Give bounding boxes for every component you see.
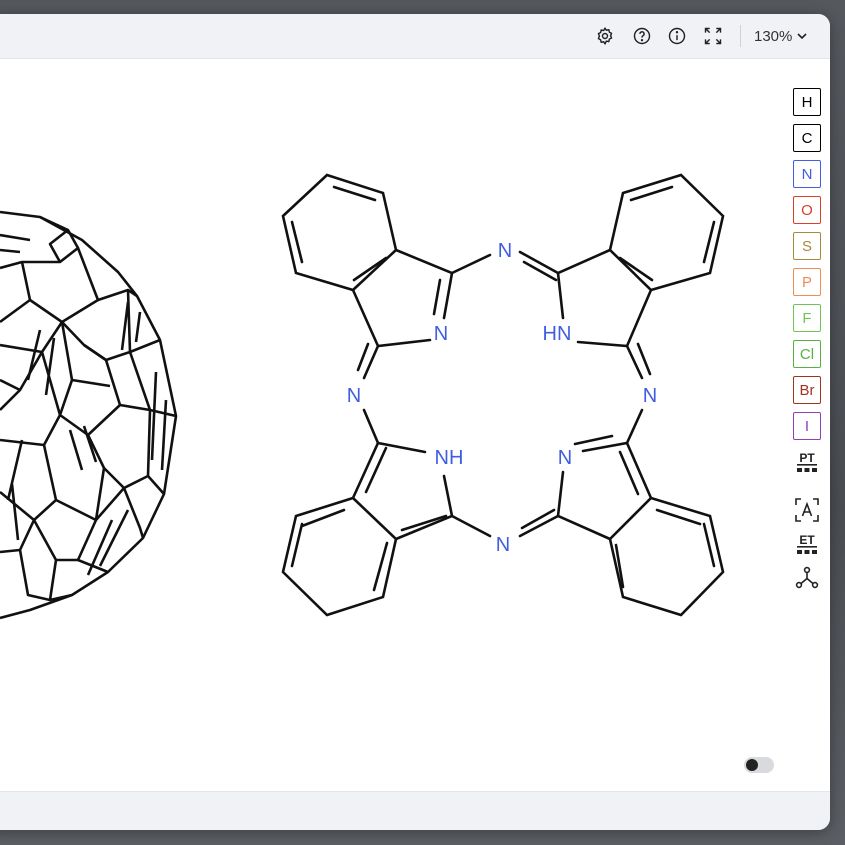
drawing-canvas[interactable]: N N N N N HN NH N [0,59,830,791]
atom-labels: N N N N N HN NH N [347,240,657,556]
toolbar-divider [740,25,741,47]
atom-button-label: I [804,417,810,435]
gear-icon [597,27,613,45]
settings-button[interactable] [594,25,616,47]
atom-button-label: O [801,201,813,219]
info-icon [668,27,686,45]
toggle-switch[interactable] [744,757,774,773]
atom-button-label: N [801,165,813,183]
toggle-knob [746,759,758,771]
atom-label-icon [795,498,819,522]
structure-view: N N N N N HN NH N [0,173,725,620]
extended-table-button[interactable]: ET [793,530,821,558]
atom-button-label: S [801,237,812,255]
atom-button-i[interactable]: I [793,412,821,440]
atom-n-inner-br: N [558,447,572,469]
rgroup-tool-button[interactable] [793,564,821,592]
atom-button-h[interactable]: H [793,88,821,116]
atom-button-o[interactable]: O [793,196,821,224]
periodic-table-icon: PT [797,451,817,472]
atom-button-label: Cl [799,345,815,363]
atom-button-label: F [802,309,812,327]
help-button[interactable] [631,25,653,47]
atom-button-label: H [801,93,813,111]
atom-button-n[interactable]: N [793,160,821,188]
fullscreen-icon [704,27,722,45]
atom-n-top: N [498,240,512,262]
fullerene-structure [0,210,178,620]
atom-label-tool-button[interactable] [793,496,821,524]
fullscreen-button[interactable] [702,25,724,47]
top-toolbar: 130% [0,14,830,59]
periodic-table-label: PT [799,451,815,465]
atom-button-f[interactable]: F [793,304,821,332]
info-button[interactable] [666,25,688,47]
atom-n-left: N [347,385,361,407]
atom-n-bottom: N [496,534,510,556]
zoom-dropdown[interactable]: 130% [754,26,808,46]
atom-button-label: C [801,129,813,147]
atom-n-inner-tr: HN [543,323,572,345]
periodic-table-button[interactable]: PT [793,448,821,476]
atom-button-br[interactable]: Br [793,376,821,404]
bottom-bar [0,791,830,830]
atom-button-label: Br [799,381,815,399]
chevron-down-icon [797,33,807,40]
help-icon [633,27,651,45]
zoom-value: 130% [754,27,793,45]
rgroup-icon [795,566,819,589]
atom-n-inner-bl: NH [435,447,464,469]
atom-button-c[interactable]: C [793,124,821,152]
atom-button-label: P [801,273,812,291]
editor-window: 130% N N N N N HN NH N H C N O S P F Cl … [0,14,830,830]
atom-n-right: N [643,385,657,407]
atom-n-inner-tl: N [434,323,448,345]
atom-button-p[interactable]: P [793,268,821,296]
extended-table-icon: ET [797,533,817,554]
atom-button-cl[interactable]: Cl [793,340,821,368]
atom-button-s[interactable]: S [793,232,821,260]
extended-table-label: ET [799,533,815,547]
